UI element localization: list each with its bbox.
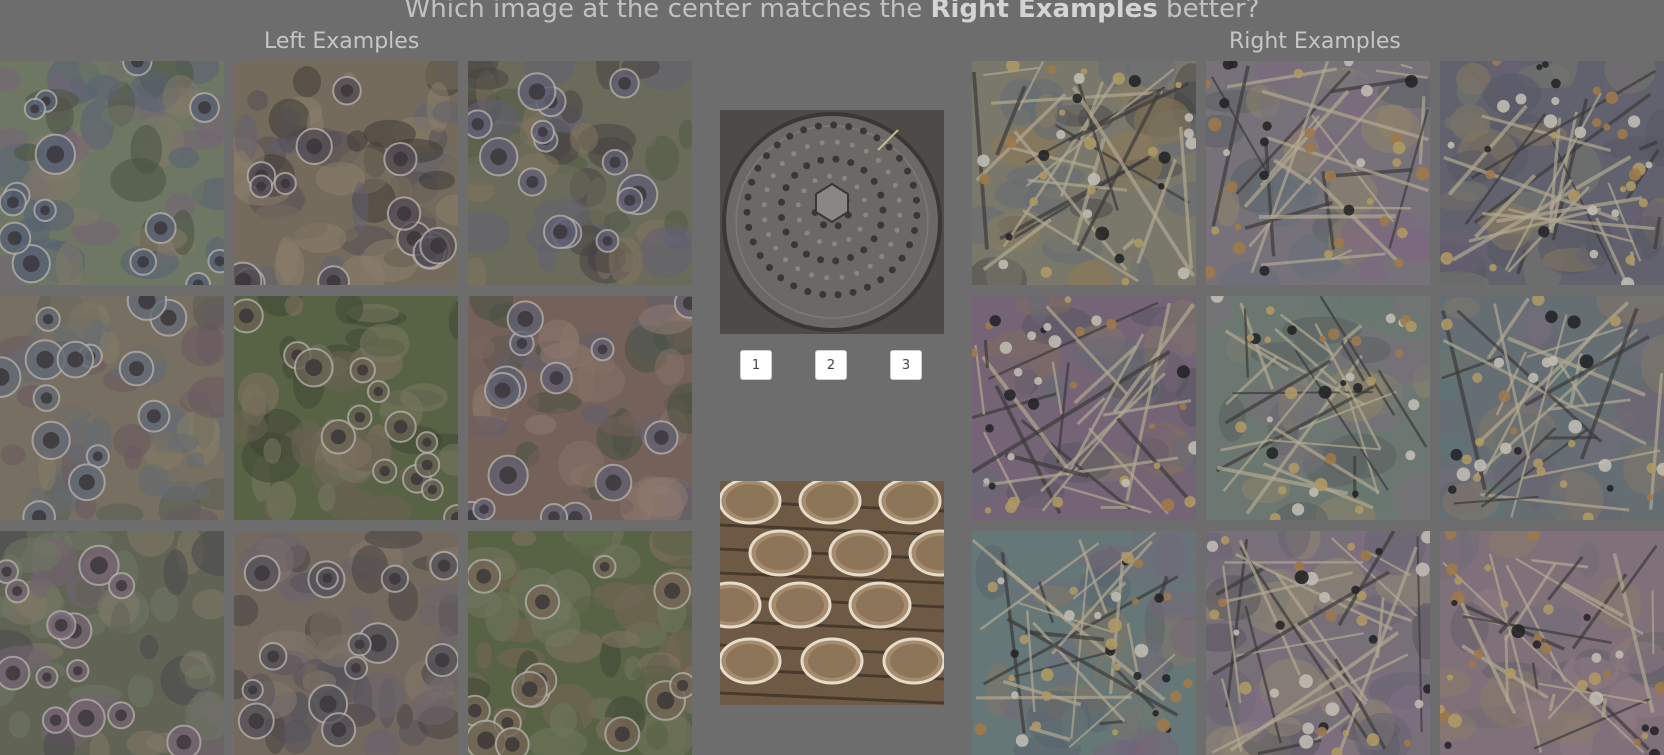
example-image-radial-burst-web	[1440, 296, 1664, 520]
spiky-flowers-beads-texture	[1206, 531, 1430, 755]
example-image-web-with-beads	[1206, 296, 1430, 520]
example-image-seal-like-creatures-on-grass	[234, 296, 458, 520]
example-image-bead-clusters	[1206, 61, 1430, 285]
example-image-sticks-and-orbs	[972, 61, 1196, 285]
radial-burst-web-texture	[1440, 296, 1664, 520]
web-with-beads-texture	[1206, 296, 1430, 520]
palm-tree-patches-texture	[0, 61, 224, 285]
rods-in-rows-texture	[1440, 61, 1664, 285]
curved-rods-teal-texture	[972, 531, 1196, 755]
typewriter-keys-picture	[720, 481, 944, 705]
example-image-pink-web-beads	[1440, 531, 1664, 755]
example-image-palm-tree-patches	[0, 61, 224, 285]
center-image-typewriter-keys	[720, 481, 944, 705]
question-prefix: Which image at the center matches the	[405, 0, 931, 24]
rocky-animal-textures-texture	[234, 531, 458, 755]
manhole-cover-picture	[720, 110, 944, 334]
example-image-dog-faces-in-web	[972, 296, 1196, 520]
example-image-spiky-flowers-beads	[1206, 531, 1430, 755]
question-suffix: better?	[1158, 0, 1260, 24]
example-image-striped-worm-bodies	[0, 296, 224, 520]
striped-worm-bodies-texture	[0, 296, 224, 520]
example-image-seal-creatures-on-grass-2	[468, 531, 692, 755]
question-heading: Which image at the center matches the Ri…	[0, 0, 1664, 24]
choice-button-3[interactable]: 3	[890, 350, 922, 380]
choice-button-2[interactable]: 2	[815, 350, 847, 380]
right-examples-grid	[972, 61, 1664, 755]
example-image-faces-with-eyes	[468, 296, 692, 520]
right-examples-label: Right Examples	[1229, 29, 1401, 54]
example-image-rocky-animal-textures	[234, 531, 458, 755]
bead-clusters-texture	[1206, 61, 1430, 285]
center-image-manhole-cover	[720, 110, 944, 334]
seal-like-creatures-on-grass-texture	[234, 296, 458, 520]
round-eye-orbs-texture	[0, 531, 224, 755]
example-image-rods-in-rows	[1440, 61, 1664, 285]
sticks-and-orbs-texture	[972, 61, 1196, 285]
eye-ovals-on-grass-texture	[468, 61, 692, 285]
pink-web-beads-texture	[1440, 531, 1664, 755]
dog-faces-in-web-texture	[972, 296, 1196, 520]
example-image-round-eye-orbs	[0, 531, 224, 755]
left-examples-grid	[0, 61, 692, 755]
swirling-eye-patterns-texture	[234, 61, 458, 285]
example-image-eye-ovals-on-grass	[468, 61, 692, 285]
left-examples-label: Left Examples	[264, 29, 419, 54]
example-image-curved-rods-teal	[972, 531, 1196, 755]
faces-with-eyes-texture	[468, 296, 692, 520]
seal-creatures-on-grass-2-texture	[468, 531, 692, 755]
example-image-swirling-eye-patterns	[234, 61, 458, 285]
question-emphasis: Right Examples	[930, 0, 1157, 24]
choice-button-1[interactable]: 1	[740, 350, 772, 380]
